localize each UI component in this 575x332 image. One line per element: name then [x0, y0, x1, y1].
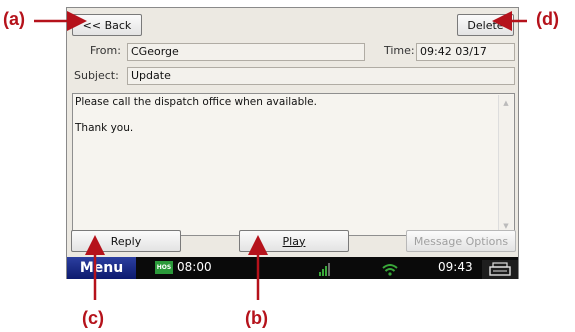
annotation-b: (b) — [245, 308, 268, 328]
annotation-c: (c) — [82, 308, 104, 328]
annotation-a: (a) — [3, 9, 25, 29]
annotation-d: (d) — [536, 9, 559, 29]
annotation-arrows — [34, 11, 527, 300]
